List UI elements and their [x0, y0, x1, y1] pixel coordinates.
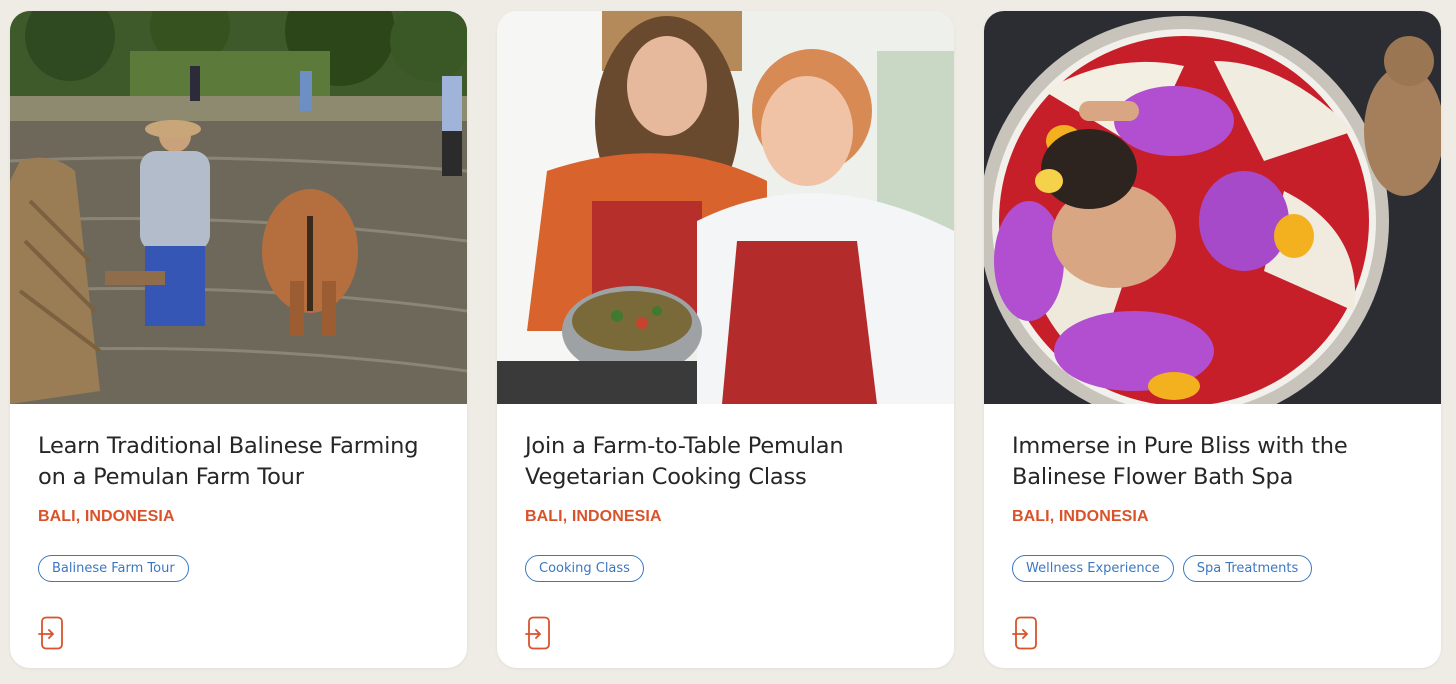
phone-booking-icon[interactable]	[38, 616, 66, 650]
card-tags: Wellness Experience Spa Treatments	[1012, 555, 1313, 582]
tag-spa-treatments[interactable]: Spa Treatments	[1182, 555, 1313, 582]
card-location: BALI, INDONESIA	[1012, 508, 1149, 525]
experience-card-cooking-class[interactable]: Join a Farm-to-Table Pemulan Vegetarian …	[497, 11, 954, 668]
tag-wellness-experience[interactable]: Wellness Experience	[1012, 555, 1174, 582]
phone-booking-icon[interactable]	[1012, 616, 1040, 650]
farm-tour-photo[interactable]	[10, 11, 467, 404]
card-tags: Cooking Class	[525, 555, 644, 582]
card-title[interactable]: Join a Farm-to-Table Pemulan Vegetarian …	[525, 431, 935, 493]
tag-cooking-class[interactable]: Cooking Class	[525, 555, 644, 582]
phone-booking-icon[interactable]	[525, 616, 553, 650]
card-location: BALI, INDONESIA	[38, 508, 175, 525]
card-title[interactable]: Immerse in Pure Bliss with the Balinese …	[1012, 431, 1422, 493]
card-tags: Balinese Farm Tour	[38, 555, 189, 582]
card-title[interactable]: Learn Traditional Balinese Farming on a …	[38, 431, 448, 493]
card-location: BALI, INDONESIA	[525, 508, 662, 525]
flower-bath-photo[interactable]	[984, 11, 1441, 404]
cooking-class-photo[interactable]	[497, 11, 954, 404]
experience-card-flower-bath[interactable]: Immerse in Pure Bliss with the Balinese …	[984, 11, 1441, 668]
experience-card-farm-tour[interactable]: Learn Traditional Balinese Farming on a …	[10, 11, 467, 668]
tag-balinese-farm-tour[interactable]: Balinese Farm Tour	[38, 555, 189, 582]
